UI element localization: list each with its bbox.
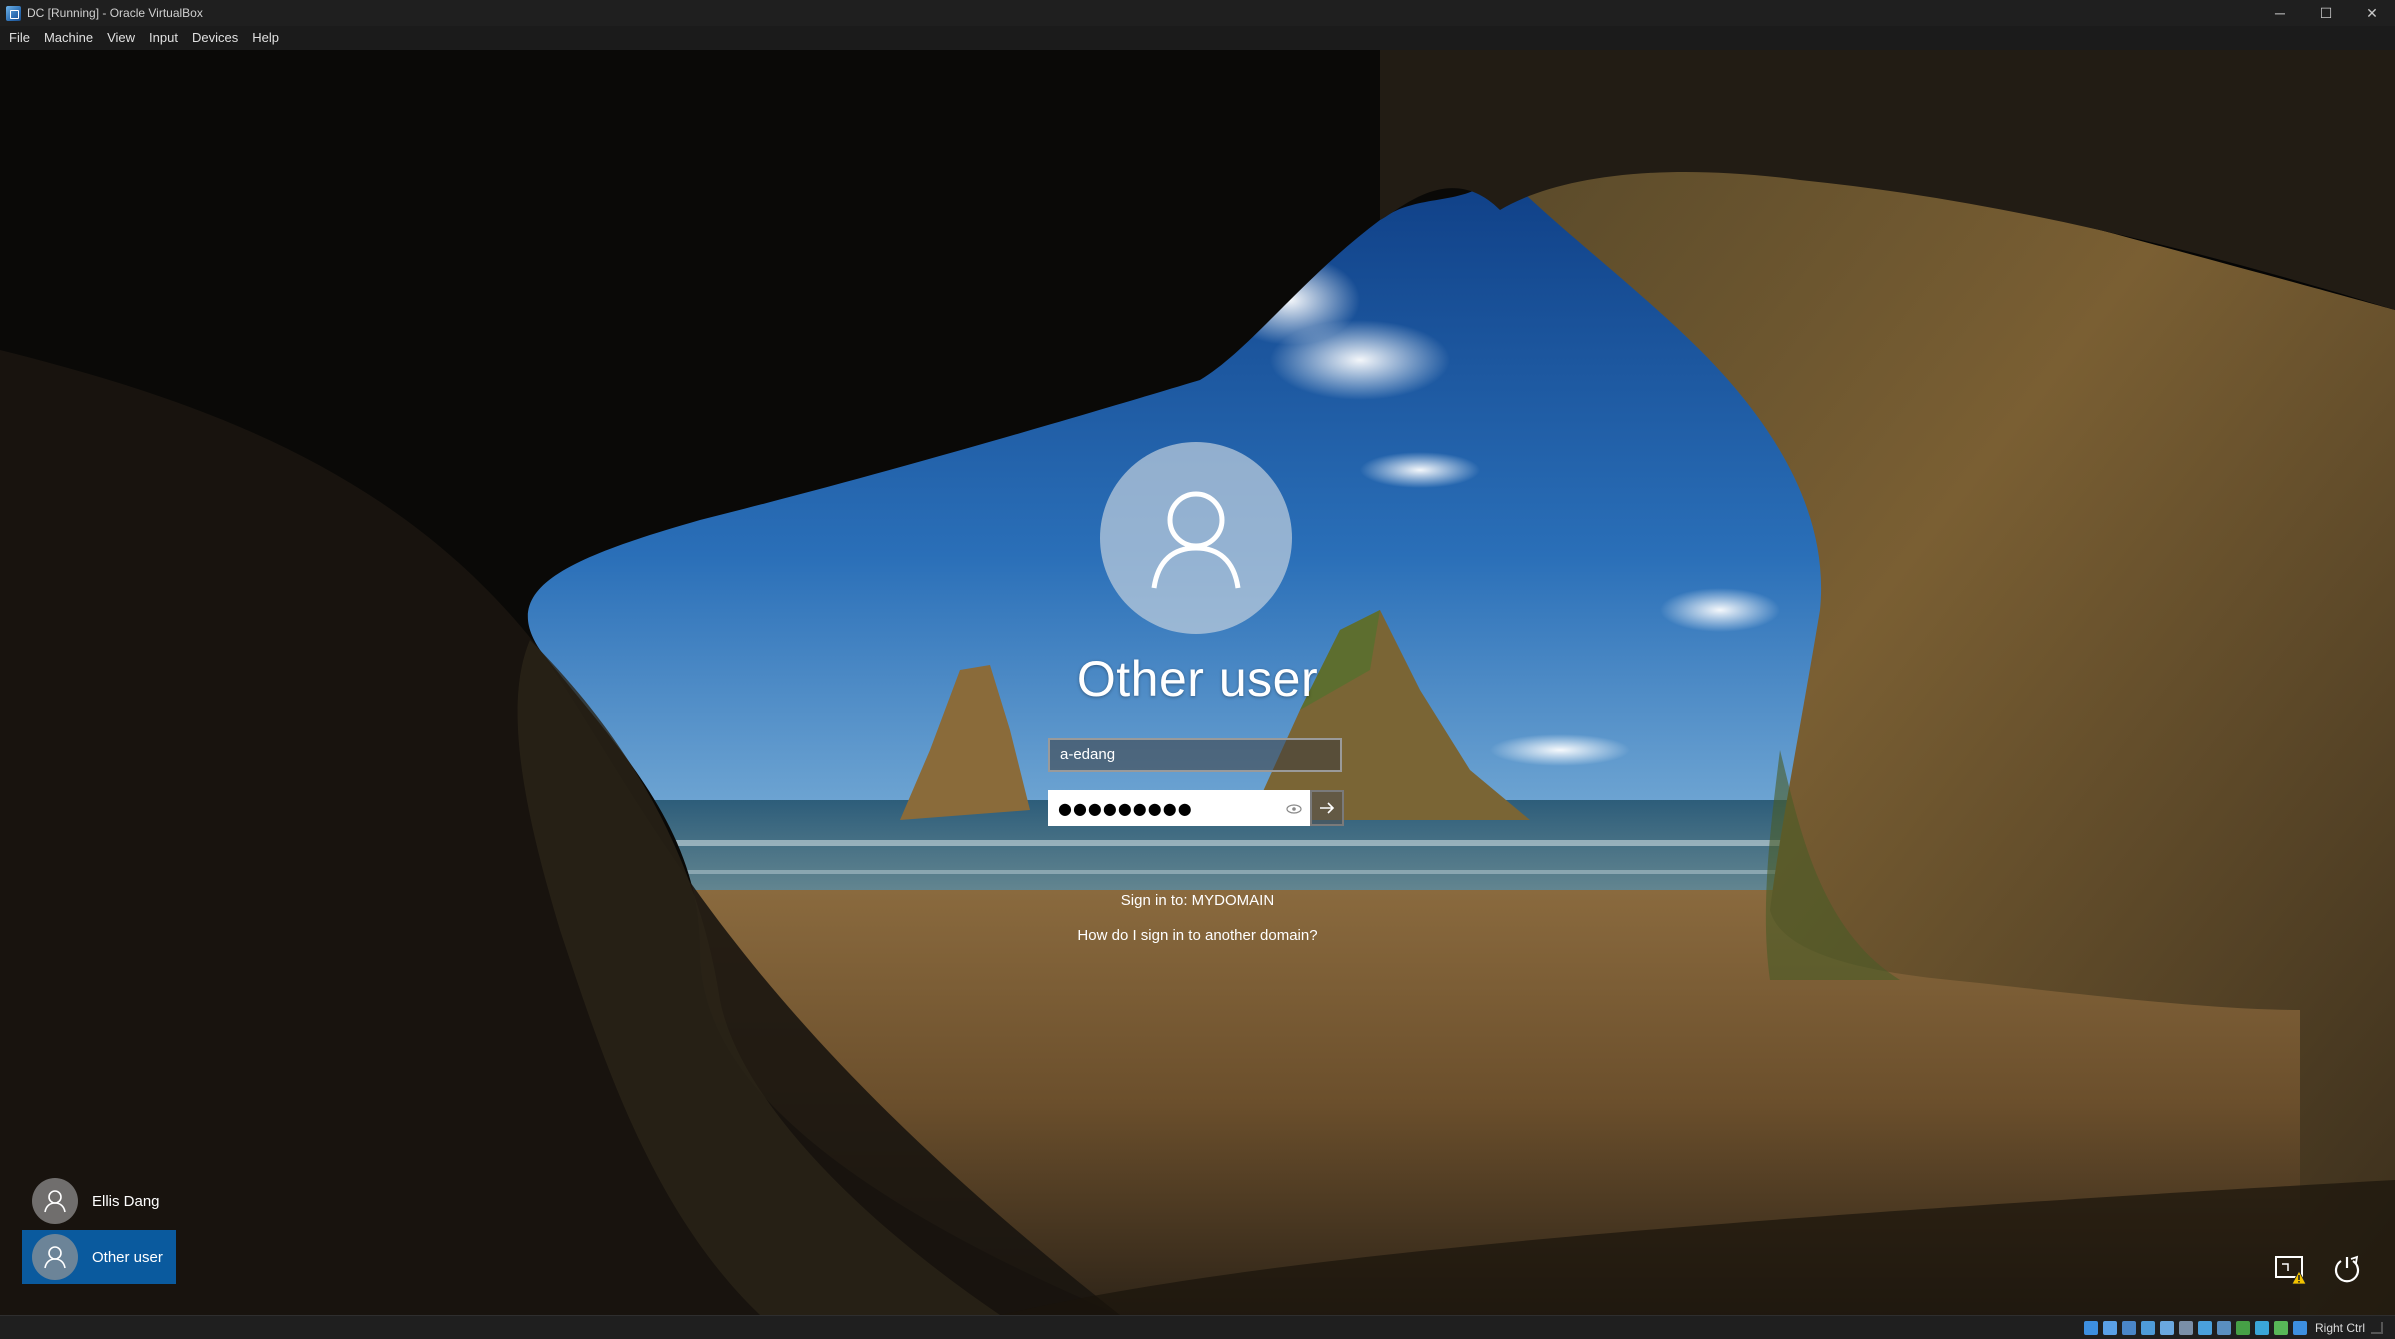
user-silhouette-icon — [44, 1246, 66, 1269]
network-warning-icon[interactable] — [2273, 1252, 2309, 1288]
menubar: File Machine View Input Devices Help — [0, 26, 2395, 51]
usb-icon[interactable] — [2159, 1320, 2174, 1335]
password-field[interactable]: ●●●●●●●●● — [1048, 790, 1310, 826]
window-titlebar: DC [Running] - Oracle VirtualBox ─ ☐ ✕ — [0, 0, 2395, 26]
login-panel: Other user a-edang ●●●●●●●●● Sign in to:… — [0, 50, 2395, 1315]
display-icon[interactable] — [2197, 1320, 2212, 1335]
another-domain-help-link[interactable]: How do I sign in to another domain? — [1077, 927, 1317, 944]
user-tile-ellis-dang[interactable]: Ellis Dang — [22, 1174, 176, 1228]
user-tile-name: Other user — [92, 1248, 163, 1266]
menu-machine[interactable]: Machine — [37, 26, 100, 50]
menu-file[interactable]: File — [0, 26, 37, 50]
reveal-password-icon[interactable] — [1286, 802, 1302, 816]
user-list: Ellis Dang Other user — [22, 1174, 176, 1286]
user-silhouette-icon — [44, 1190, 66, 1213]
cpu-icon[interactable] — [2235, 1320, 2250, 1335]
window-title: DC [Running] - Oracle VirtualBox — [27, 6, 203, 20]
username-field[interactable]: a-edang — [1048, 738, 1342, 772]
mouse-integration-icon[interactable] — [2273, 1320, 2288, 1335]
user-avatar-small — [32, 1234, 78, 1280]
user-avatar-small — [32, 1178, 78, 1224]
status-icons — [2079, 1320, 2307, 1335]
corner-icons — [2273, 1252, 2365, 1288]
virtualbox-app-icon — [6, 5, 21, 21]
hard-disk-icon[interactable] — [2083, 1320, 2098, 1335]
window-controls: ─ ☐ ✕ — [2257, 0, 2395, 26]
arrow-right-icon — [1320, 802, 1335, 814]
guest-additions-icon[interactable] — [2254, 1320, 2269, 1335]
user-tile-other-user[interactable]: Other user — [22, 1230, 176, 1284]
minimize-button[interactable]: ─ — [2257, 0, 2303, 26]
menu-help[interactable]: Help — [245, 26, 286, 50]
help-link-container: How do I sign in to another domain? — [0, 927, 2395, 944]
submit-button[interactable] — [1310, 790, 1344, 826]
keyboard-capture-icon[interactable] — [2292, 1320, 2307, 1335]
menu-view[interactable]: View — [100, 26, 142, 50]
audio-icon[interactable] — [2121, 1320, 2136, 1335]
menu-input[interactable]: Input — [142, 26, 185, 50]
close-button[interactable]: ✕ — [2349, 0, 2395, 26]
user-avatar — [1100, 442, 1292, 634]
sign-in-domain-label: Sign in to: MYDOMAIN — [1120, 892, 1275, 909]
host-key-label[interactable]: Right Ctrl — [2315, 1321, 2365, 1335]
user-silhouette-icon — [1151, 491, 1241, 589]
password-value: ●●●●●●●●● — [1058, 798, 1193, 818]
optical-drive-icon[interactable] — [2102, 1320, 2117, 1335]
power-icon[interactable] — [2329, 1252, 2365, 1288]
user-tile-name: Ellis Dang — [92, 1192, 160, 1210]
network-icon[interactable] — [2140, 1320, 2155, 1335]
statusbar: Right Ctrl — [0, 1315, 2395, 1339]
maximize-button[interactable]: ☐ — [2303, 0, 2349, 26]
vm-display[interactable]: Other user a-edang ●●●●●●●●● Sign in to:… — [0, 50, 2395, 1315]
user-title: Other user — [1076, 651, 1319, 707]
shared-folders-icon[interactable] — [2178, 1320, 2193, 1335]
password-row: ●●●●●●●●● — [1048, 790, 1344, 826]
resize-grip-icon[interactable] — [2371, 1321, 2383, 1334]
menu-devices[interactable]: Devices — [185, 26, 245, 50]
recording-icon[interactable] — [2216, 1320, 2231, 1335]
